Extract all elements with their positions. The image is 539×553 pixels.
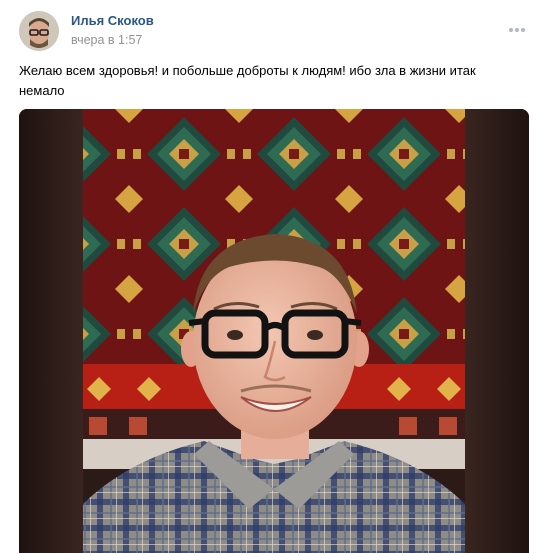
post-photo[interactable] bbox=[19, 109, 529, 553]
author-name[interactable]: Илья Скоков bbox=[71, 13, 154, 28]
post-photo-image bbox=[19, 109, 529, 553]
more-dot bbox=[521, 28, 525, 32]
post-timestamp[interactable]: вчера в 1:57 bbox=[71, 33, 142, 47]
avatar-image bbox=[19, 11, 59, 51]
more-horizontal-icon[interactable] bbox=[505, 24, 529, 36]
post-card: Илья Скоков вчера в 1:57 Желаю всем здор… bbox=[0, 0, 539, 553]
post-text: Желаю всем здоровья! и побольше доброты … bbox=[19, 63, 476, 98]
more-dot bbox=[509, 28, 513, 32]
avatar[interactable] bbox=[19, 11, 59, 51]
more-dot bbox=[515, 28, 519, 32]
